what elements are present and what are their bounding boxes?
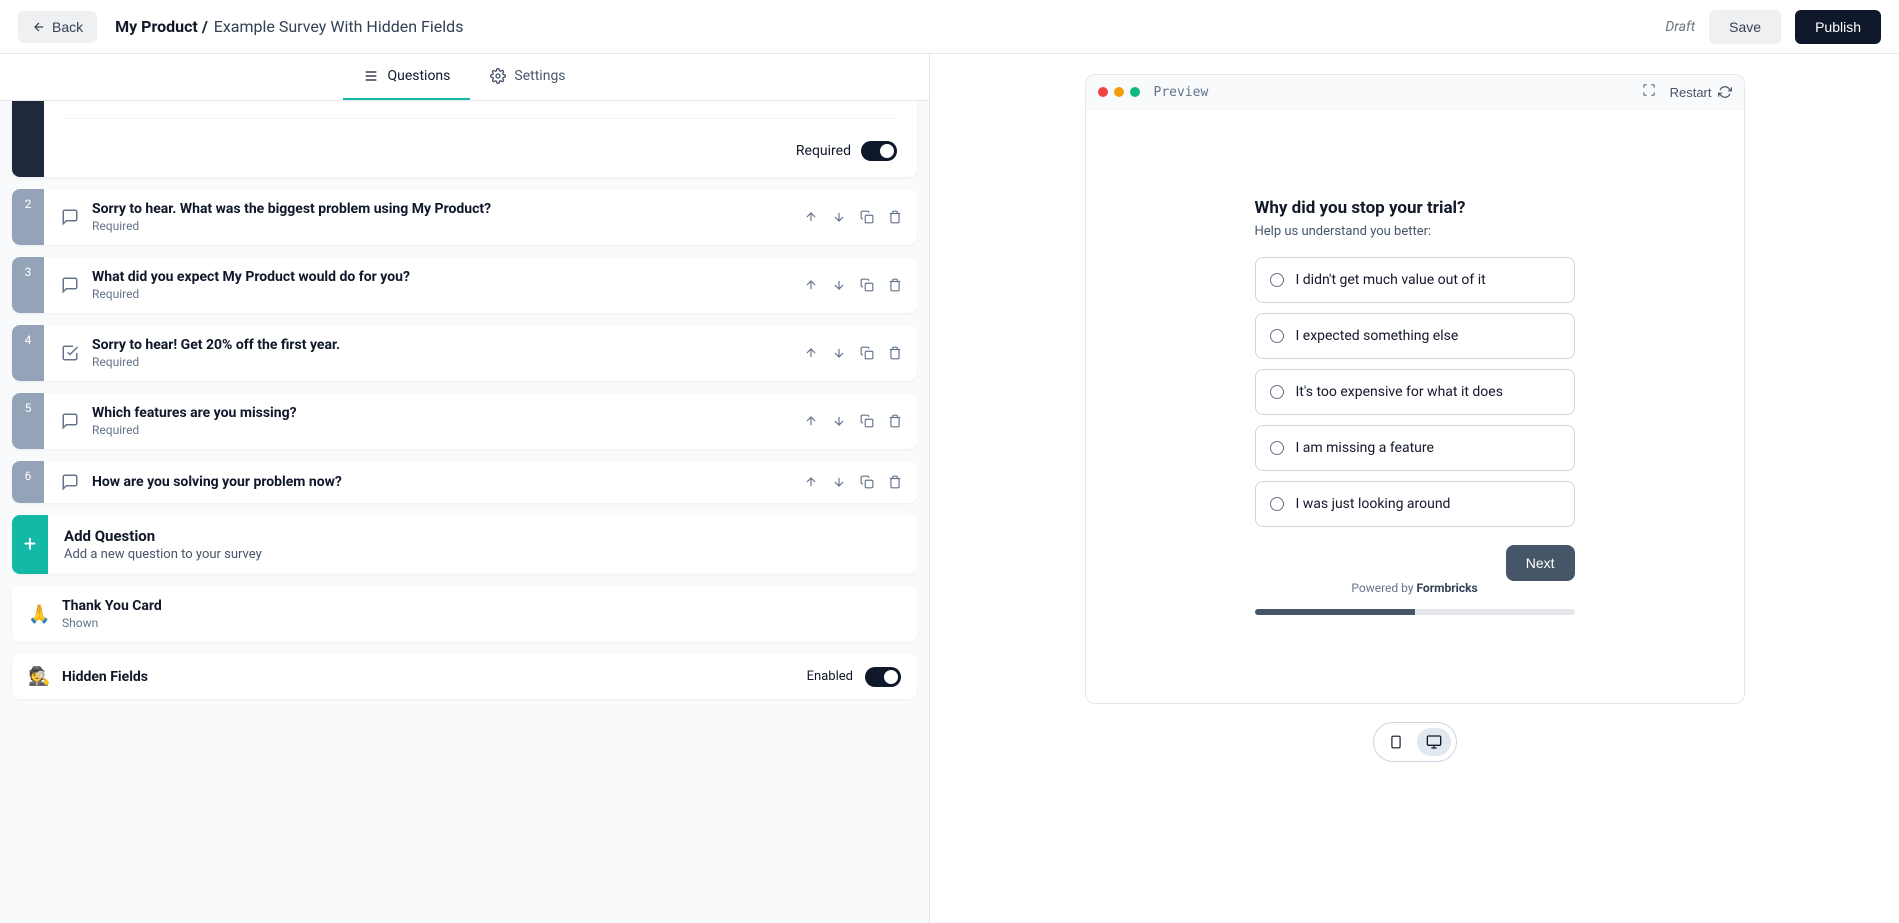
- question-type-icon: [58, 473, 82, 491]
- duplicate-icon[interactable]: [859, 209, 875, 225]
- option-label: I was just looking around: [1296, 496, 1451, 512]
- arrow-left-icon: [32, 20, 46, 34]
- move-down-icon[interactable]: [831, 209, 847, 225]
- survey-title[interactable]: Example Survey With Hidden Fields: [214, 17, 464, 36]
- back-button[interactable]: Back: [18, 11, 97, 43]
- question-number: 3: [12, 257, 44, 313]
- question-required: Required: [92, 423, 793, 437]
- list-icon: [363, 68, 379, 84]
- question-title: How are you solving your problem now?: [92, 474, 793, 490]
- delete-icon[interactable]: [887, 345, 903, 361]
- question-card[interactable]: 5 Which features are you missing? Requir…: [12, 393, 917, 449]
- detective-icon: 🕵️: [28, 666, 50, 687]
- question-card[interactable]: 2 Sorry to hear. What was the biggest pr…: [12, 189, 917, 245]
- tab-questions[interactable]: Questions: [343, 54, 470, 100]
- progress-bar: [1255, 609, 1575, 615]
- duplicate-icon[interactable]: [859, 413, 875, 429]
- option-label: I expected something else: [1296, 328, 1459, 344]
- hidden-status: Enabled: [807, 669, 853, 684]
- delete-icon[interactable]: [887, 209, 903, 225]
- radio-icon: [1270, 273, 1284, 287]
- fullscreen-icon[interactable]: [1642, 83, 1656, 101]
- question-number: 4: [12, 325, 44, 381]
- mobile-icon: [1389, 733, 1403, 751]
- option-label: It's too expensive for what it does: [1296, 384, 1503, 400]
- survey-option[interactable]: It's too expensive for what it does: [1255, 369, 1575, 415]
- survey-option[interactable]: I expected something else: [1255, 313, 1575, 359]
- duplicate-icon[interactable]: [859, 474, 875, 490]
- survey-option[interactable]: I didn't get much value out of it: [1255, 257, 1575, 303]
- preview-question: Why did you stop your trial?: [1255, 198, 1575, 218]
- publish-button[interactable]: Publish: [1795, 10, 1881, 44]
- move-down-icon[interactable]: [831, 474, 847, 490]
- option-label: I didn't get much value out of it: [1296, 272, 1486, 288]
- required-label: Required: [796, 143, 851, 159]
- move-up-icon[interactable]: [803, 345, 819, 361]
- delete-icon[interactable]: [887, 474, 903, 490]
- question-title: Sorry to hear! Get 20% off the first yea…: [92, 337, 793, 353]
- hidden-fields-card[interactable]: 🕵️ Hidden Fields Enabled: [12, 654, 917, 699]
- move-up-icon[interactable]: [803, 474, 819, 490]
- hidden-toggle[interactable]: [865, 667, 901, 687]
- question-required: Required: [92, 355, 793, 369]
- move-up-icon[interactable]: [803, 209, 819, 225]
- back-label: Back: [52, 19, 83, 35]
- question-number: 6: [12, 461, 44, 503]
- survey-option[interactable]: I am missing a feature: [1255, 425, 1575, 471]
- delete-icon[interactable]: [887, 277, 903, 293]
- thank-you-card[interactable]: 🙏 Thank You Card Shown: [12, 586, 917, 642]
- preview-frame: Preview Restart Why did you stop your tr…: [1085, 74, 1745, 704]
- preview-label: Preview: [1154, 85, 1209, 100]
- save-button[interactable]: Save: [1709, 10, 1781, 44]
- survey-option[interactable]: I was just looking around: [1255, 481, 1575, 527]
- question-card[interactable]: 4 Sorry to hear! Get 20% off the first y…: [12, 325, 917, 381]
- move-up-icon[interactable]: [803, 277, 819, 293]
- move-down-icon[interactable]: [831, 277, 847, 293]
- duplicate-icon[interactable]: [859, 345, 875, 361]
- next-button[interactable]: Next: [1506, 545, 1575, 581]
- question-required: Required: [92, 219, 793, 233]
- status-draft: Draft: [1665, 19, 1695, 35]
- move-down-icon[interactable]: [831, 413, 847, 429]
- powered-by[interactable]: Powered by Formbricks: [1255, 581, 1575, 595]
- device-mobile[interactable]: [1379, 728, 1413, 756]
- active-question-card[interactable]: Required: [12, 101, 917, 177]
- question-type-icon: [58, 344, 82, 362]
- delete-icon[interactable]: [887, 413, 903, 429]
- duplicate-icon[interactable]: [859, 277, 875, 293]
- restart-button[interactable]: Restart: [1670, 85, 1732, 100]
- device-desktop[interactable]: [1417, 728, 1451, 756]
- question-title: Sorry to hear. What was the biggest prob…: [92, 201, 793, 217]
- move-up-icon[interactable]: [803, 413, 819, 429]
- radio-icon: [1270, 385, 1284, 399]
- question-title: Which features are you missing?: [92, 405, 793, 421]
- refresh-icon: [1718, 85, 1732, 99]
- gear-icon: [490, 68, 506, 84]
- radio-icon: [1270, 329, 1284, 343]
- question-number: 2: [12, 189, 44, 245]
- question-title: What did you expect My Product would do …: [92, 269, 793, 285]
- question-card[interactable]: 6 How are you solving your problem now?: [12, 461, 917, 503]
- desktop-icon: [1425, 734, 1443, 750]
- preview-help: Help us understand you better:: [1255, 224, 1575, 239]
- question-type-icon: [58, 412, 82, 430]
- plus-icon: +: [12, 515, 48, 574]
- question-type-icon: [58, 208, 82, 226]
- question-number: 5: [12, 393, 44, 449]
- add-question-button[interactable]: + Add Question Add a new question to you…: [12, 515, 917, 574]
- question-type-icon: [58, 276, 82, 294]
- question-required: Required: [92, 287, 793, 301]
- pray-icon: 🙏: [28, 604, 50, 625]
- tab-settings[interactable]: Settings: [470, 54, 585, 100]
- window-dots: [1098, 87, 1140, 97]
- move-down-icon[interactable]: [831, 345, 847, 361]
- product-title: My Product /: [115, 17, 208, 36]
- active-gutter: [12, 101, 44, 177]
- required-toggle[interactable]: [861, 141, 897, 161]
- radio-icon: [1270, 441, 1284, 455]
- question-card[interactable]: 3 What did you expect My Product would d…: [12, 257, 917, 313]
- option-label: I am missing a feature: [1296, 440, 1434, 456]
- radio-icon: [1270, 497, 1284, 511]
